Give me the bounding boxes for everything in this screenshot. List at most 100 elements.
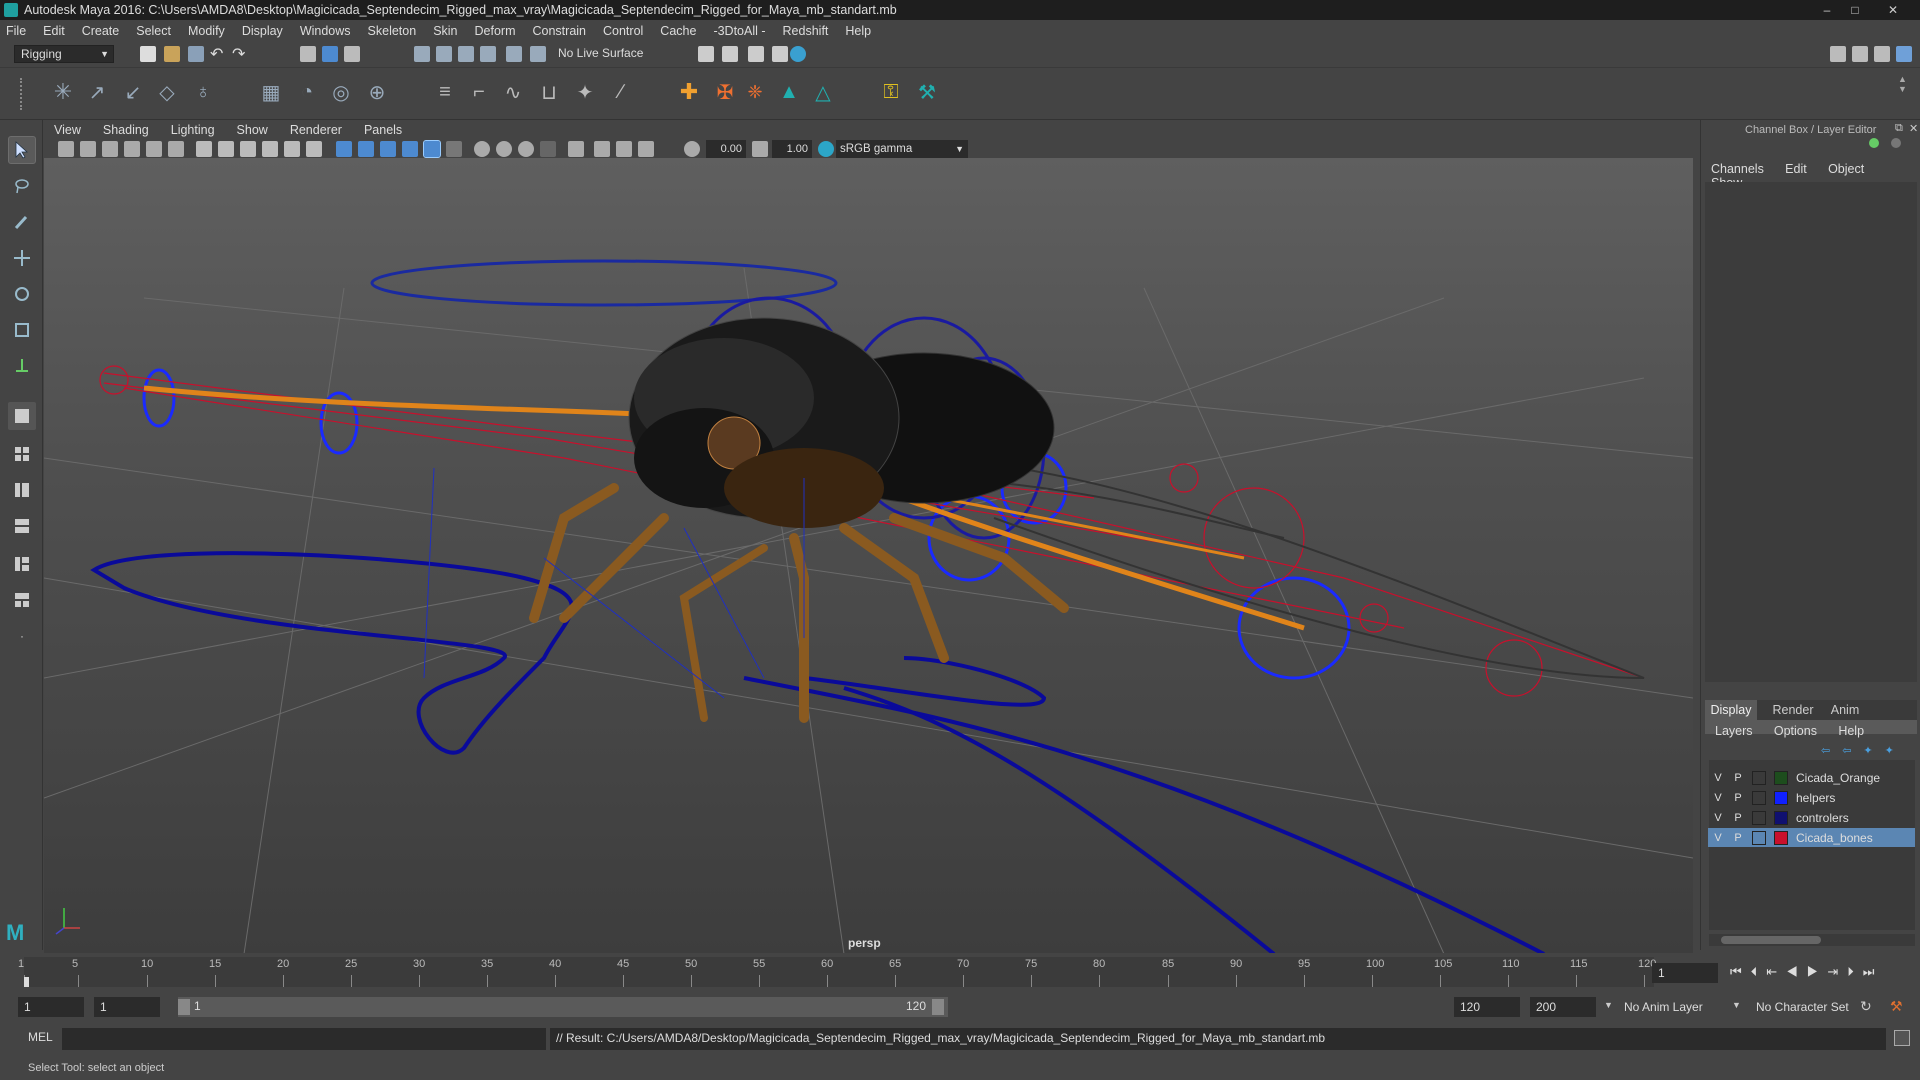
bookmark-icon[interactable] (102, 141, 118, 157)
panel-menu-show[interactable]: Show (237, 123, 268, 137)
paint-select-tool-icon[interactable] (8, 208, 36, 236)
anim-start-field[interactable]: 1 (18, 997, 84, 1017)
maximize-icon[interactable]: □ (1842, 2, 1868, 18)
tab-render[interactable]: Render (1767, 700, 1819, 720)
anim-layer-dropdown[interactable]: No Anim Layer (1624, 997, 1724, 1017)
menu-create[interactable]: Create (82, 24, 120, 38)
step-forward-icon[interactable]: ⏵ (1847, 964, 1863, 979)
attribute-editor-icon[interactable] (1852, 46, 1868, 62)
safe-action-icon[interactable] (306, 141, 322, 157)
playback-start-field[interactable]: 1 (94, 997, 160, 1017)
layer-name[interactable]: Cicada_bones (1796, 831, 1873, 845)
playback-end-field[interactable]: 120 (1454, 997, 1520, 1017)
menu-skeleton[interactable]: Skeleton (368, 24, 417, 38)
menu-file[interactable]: File (6, 24, 26, 38)
layer-visibility-toggle[interactable]: V (1708, 772, 1728, 784)
film-gate-icon[interactable] (218, 141, 234, 157)
exposure-field[interactable]: 0.00 (706, 140, 746, 158)
redo-icon[interactable]: ↷ (232, 44, 245, 64)
undo-icon[interactable]: ↶ (210, 44, 223, 64)
live-surface-field[interactable]: No Live Surface (552, 45, 656, 63)
layer-name[interactable]: Cicada_Orange (1796, 771, 1880, 785)
minimize-icon[interactable]: – (1814, 2, 1840, 18)
layer-name[interactable]: helpers (1796, 791, 1835, 805)
select-by-component-icon[interactable] (344, 46, 360, 62)
render-settings-icon[interactable] (698, 46, 714, 62)
rotate-tool-icon[interactable] (8, 280, 36, 308)
scale-tool-icon[interactable] (8, 316, 36, 344)
layer-playback-toggle[interactable]: P (1728, 812, 1748, 824)
anim-end-field[interactable]: 200 (1530, 997, 1596, 1017)
snap-view-plane-icon[interactable] (530, 46, 546, 62)
wire-icon[interactable]: ⊕ (362, 77, 392, 107)
play-backwards-icon[interactable]: ◀ (1786, 964, 1807, 979)
layer-playback-toggle[interactable]: P (1728, 772, 1748, 784)
tab-display[interactable]: Display (1705, 700, 1757, 720)
gamma-icon[interactable] (752, 141, 768, 157)
four-view-layout-icon[interactable] (8, 440, 36, 468)
add-influence-icon[interactable]: ⊔ (534, 77, 564, 107)
hold-pose-icon[interactable]: ∕ (606, 77, 636, 107)
select-tool-icon[interactable] (8, 136, 36, 164)
channels-menu[interactable]: Channels (1711, 162, 1764, 176)
layer-visibility-toggle[interactable]: V (1708, 832, 1728, 844)
snap-to-curve-icon[interactable] (436, 46, 452, 62)
go-to-end-icon[interactable]: ⏭ (1863, 964, 1884, 979)
menu-help[interactable]: Help (845, 24, 871, 38)
step-forward-key-icon[interactable]: ⇥ (1827, 964, 1847, 979)
layer-name[interactable]: controlers (1796, 811, 1849, 825)
smooth-skin-icon[interactable]: ⌐ (464, 77, 494, 107)
new-scene-icon[interactable] (140, 46, 156, 62)
close-panel-icon[interactable]: ✕ (1909, 122, 1918, 135)
layer-playback-toggle[interactable]: P (1728, 832, 1748, 844)
close-icon[interactable]: ✕ (1870, 2, 1916, 18)
move-tool-icon[interactable] (8, 244, 36, 272)
ipr-render-icon[interactable] (748, 46, 764, 62)
preferences-icon[interactable]: ⚒ (1890, 998, 1903, 1015)
joint-tool-icon[interactable]: ✳ (48, 77, 78, 107)
menu-windows[interactable]: Windows (300, 24, 351, 38)
xray-icon[interactable] (594, 141, 610, 157)
help-menu[interactable]: Help (1838, 724, 1864, 738)
layer-type-toggle[interactable] (1752, 810, 1766, 825)
save-scene-icon[interactable] (188, 46, 204, 62)
layer-action-icons[interactable]: ⇦⇦✦✦ (1821, 744, 1906, 757)
panel-menu-shading[interactable]: Shading (103, 123, 149, 137)
toolbox-more-icon[interactable]: · (8, 622, 36, 650)
panel-menu-panels[interactable]: Panels (364, 123, 402, 137)
shelf-scroll-icon[interactable]: ▲ ▼ (1898, 74, 1907, 94)
perspective-viewport[interactable]: persp (44, 158, 1693, 954)
aim-constraint-icon[interactable]: ❈ (740, 77, 770, 107)
object-menu[interactable]: Object (1828, 162, 1864, 176)
snap-to-grid-icon[interactable] (414, 46, 430, 62)
anti-aliasing-icon[interactable] (518, 141, 534, 157)
blend-shape-icon[interactable]: ✦ (570, 77, 600, 107)
character-set-dropdown[interactable]: No Character Set (1756, 997, 1866, 1017)
menu-control[interactable]: Control (603, 24, 643, 38)
snap-to-plane-icon[interactable] (480, 46, 496, 62)
open-scene-icon[interactable] (164, 46, 180, 62)
lasso-tool-icon[interactable] (8, 172, 36, 200)
connection-editor-icon[interactable]: ⚒ (912, 77, 942, 107)
grease-pencil-icon[interactable] (168, 141, 184, 157)
channel-icon[interactable] (1869, 138, 1879, 148)
set-driven-key-icon[interactable]: ⚿ (876, 77, 906, 107)
layer-type-toggle[interactable] (1752, 790, 1766, 805)
image-plane-icon[interactable] (124, 141, 140, 157)
edit-menu[interactable]: Edit (1785, 162, 1807, 176)
menu-select[interactable]: Select (136, 24, 171, 38)
layer-row[interactable]: V P Cicada_Orange (1708, 768, 1915, 787)
layer-visibility-toggle[interactable]: V (1708, 792, 1728, 804)
play-forwards-icon[interactable]: ▶ (1807, 964, 1828, 979)
time-slider[interactable]: 1 5 10 15 20 25 30 35 40 45 50 55 60 65 70 75 80 85 90 95 10… (0, 953, 1920, 991)
script-language-label[interactable]: MEL (28, 1030, 53, 1044)
range-end-handle[interactable] (932, 999, 944, 1015)
panel-menu-renderer[interactable]: Renderer (290, 123, 342, 137)
tool-settings-icon[interactable] (1874, 46, 1890, 62)
channel-box-toggle-icon[interactable] (1896, 46, 1912, 62)
outliner-layout-icon[interactable] (8, 586, 36, 614)
gamma-field[interactable]: 1.00 (772, 140, 812, 158)
xray-joints-icon[interactable] (638, 141, 654, 157)
layers-menu[interactable]: Layers (1715, 724, 1753, 738)
ik-handle-icon[interactable]: ↗ (82, 77, 112, 107)
